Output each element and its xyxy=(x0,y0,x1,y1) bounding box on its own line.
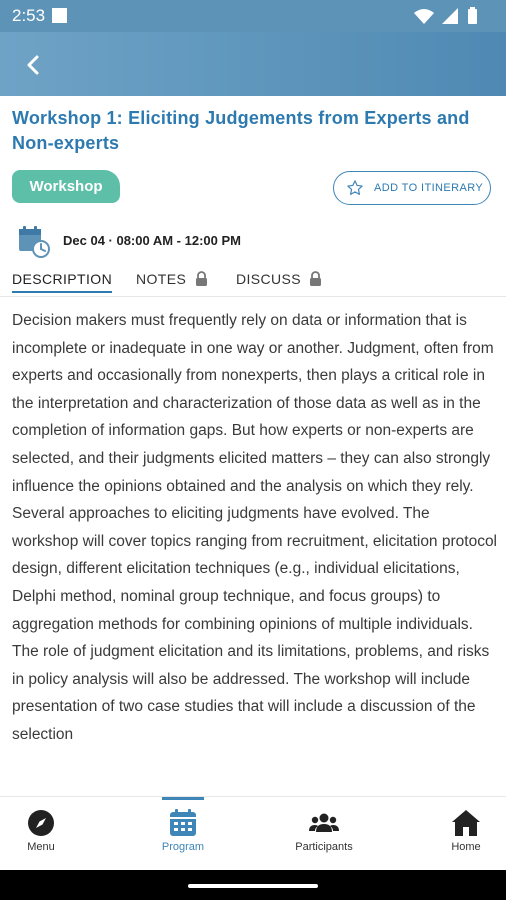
nav-program[interactable]: Program xyxy=(133,797,233,871)
status-bar: 2:53 xyxy=(0,0,506,32)
tab-notes[interactable]: NOTES xyxy=(136,271,208,287)
tab-description[interactable]: DESCRIPTION xyxy=(12,271,113,293)
wifi-icon xyxy=(414,9,434,24)
back-chevron-icon[interactable] xyxy=(18,50,48,80)
home-icon xyxy=(452,810,480,836)
event-date-time: Dec 04 · 08:00 AM - 12:00 PM xyxy=(63,233,241,248)
event-title: Workshop 1: Eliciting Judgements from Ex… xyxy=(12,108,470,153)
nav-participants[interactable]: Participants xyxy=(274,797,374,871)
home-gesture-handle[interactable] xyxy=(188,884,318,888)
status-time: 2:53 xyxy=(12,6,46,25)
add-to-itinerary-button[interactable]: ADD TO ITINERARY xyxy=(333,171,491,205)
event-description: Decision makers must frequently rely on … xyxy=(12,312,498,743)
calendar-icon xyxy=(170,809,196,836)
battery-icon xyxy=(468,7,477,24)
event-date-row: Dec 04 · 08:00 AM - 12:00 PM xyxy=(14,224,414,258)
tab-discuss[interactable]: DISCUSS xyxy=(236,271,322,287)
people-icon xyxy=(309,813,339,832)
nav-home[interactable]: Home xyxy=(416,797,506,871)
tab-notes-label: NOTES xyxy=(136,271,187,287)
notification-icon xyxy=(52,8,67,23)
detail-tabs: DESCRIPTION NOTES DISCUSS xyxy=(0,266,506,297)
nav-menu-label: Menu xyxy=(27,841,55,853)
signal-icon xyxy=(442,8,458,24)
tab-discuss-label: DISCUSS xyxy=(236,271,302,287)
calendar-clock-icon xyxy=(19,226,50,258)
lock-icon xyxy=(310,271,322,286)
app-header xyxy=(0,32,506,96)
bottom-navigation: Menu Program Participants Home xyxy=(0,796,506,871)
compass-icon xyxy=(28,810,54,836)
add-to-itinerary-label: ADD TO ITINERARY xyxy=(374,182,484,194)
status-icons xyxy=(414,7,477,24)
nav-participants-label: Participants xyxy=(295,841,353,853)
lock-icon xyxy=(195,271,207,286)
nav-program-label: Program xyxy=(161,841,205,853)
nav-home-label: Home xyxy=(451,841,481,853)
nav-menu[interactable]: Menu xyxy=(0,797,91,871)
tab-description-label: DESCRIPTION xyxy=(12,271,113,287)
star-icon xyxy=(347,180,363,195)
event-type-badge: Workshop xyxy=(12,170,120,203)
